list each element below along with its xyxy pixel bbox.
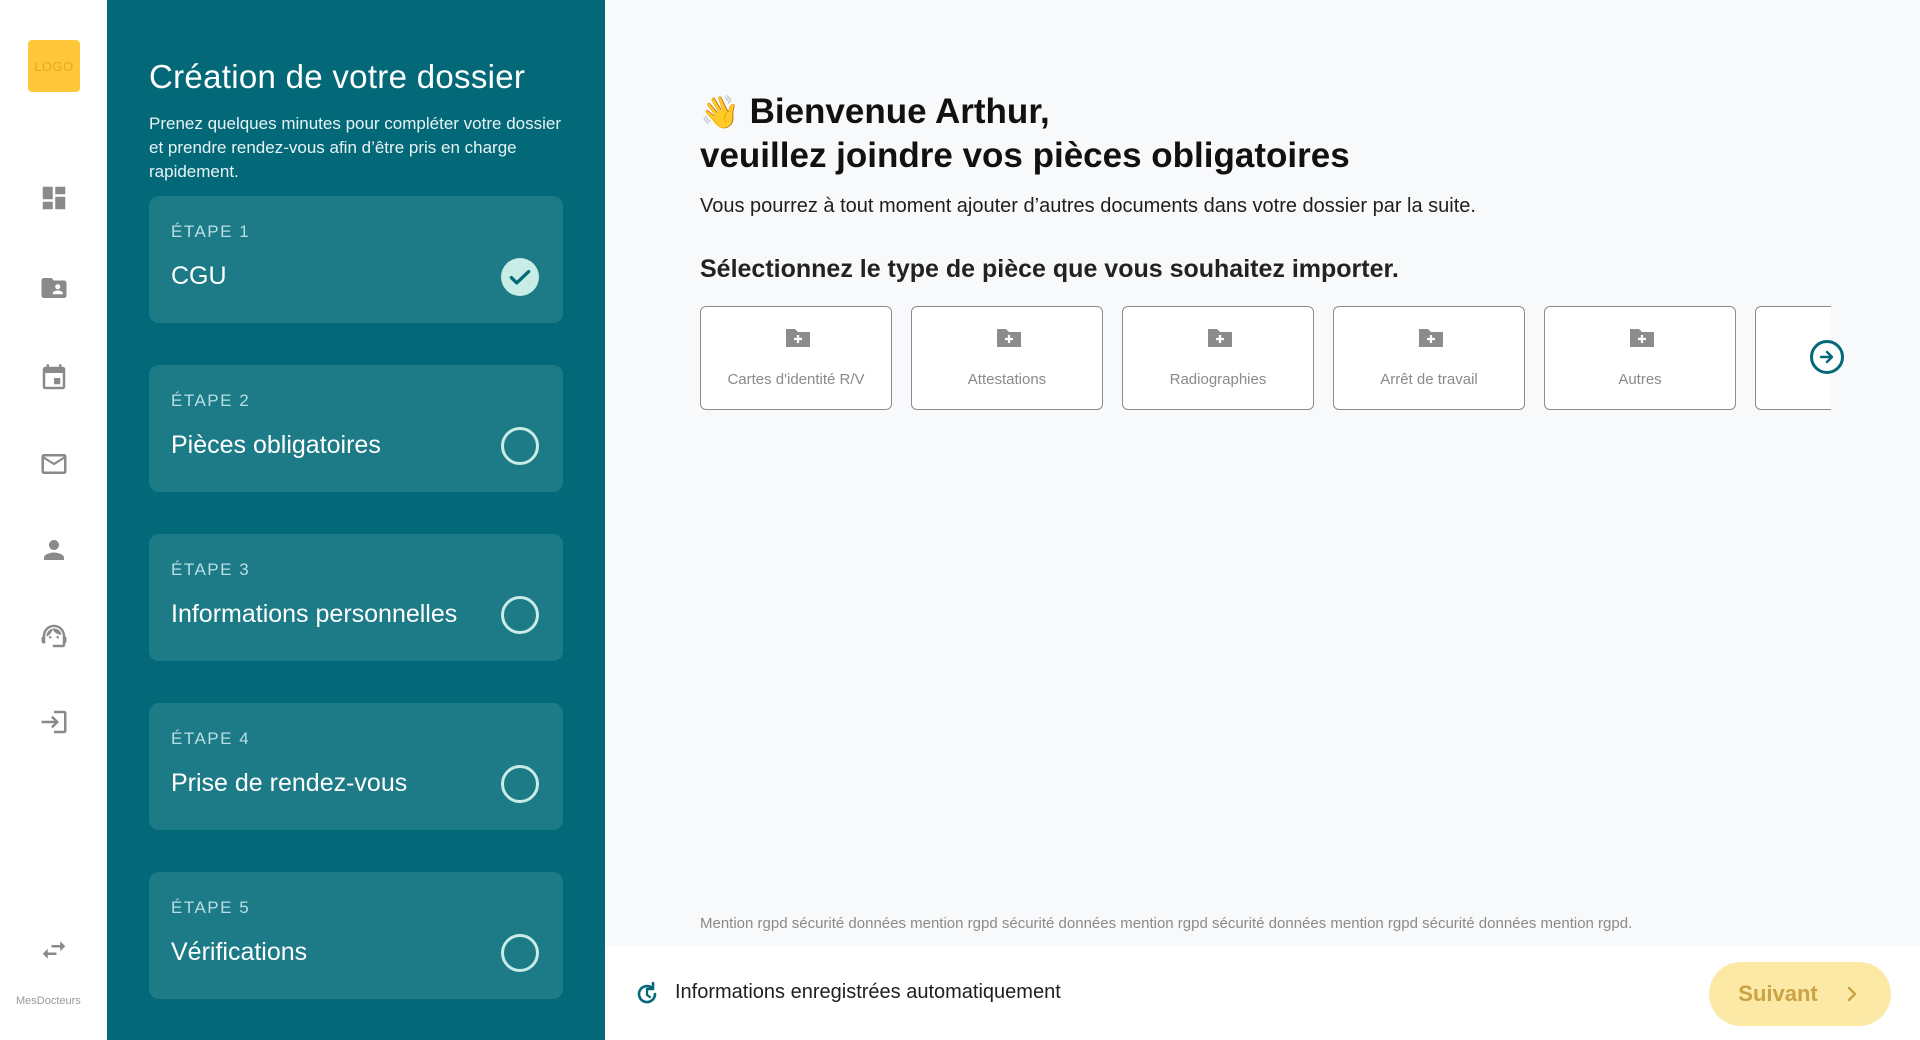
dashboard-icon[interactable] xyxy=(36,180,72,216)
logo: LOGO xyxy=(28,40,80,92)
greeting: 👋 Bienvenue Arthur, veuillez joindre vos… xyxy=(700,90,1350,178)
step-card-4[interactable]: ÉTAPE 4 Prise de rendez-vous xyxy=(149,703,563,830)
step-card-1[interactable]: ÉTAPE 1 CGU xyxy=(149,196,563,323)
folder-add-icon xyxy=(1417,327,1445,349)
greeting-line-2: veuillez joindre vos pièces obligatoires xyxy=(700,136,1350,175)
calendar-icon[interactable] xyxy=(36,360,72,396)
folder-add-icon xyxy=(1628,327,1656,349)
brand-name: MesDocteurs xyxy=(16,995,81,1007)
doc-type-label: Arrêt de travail xyxy=(1380,371,1478,388)
step-label: ÉTAPE 5 xyxy=(171,898,251,917)
autosave-refresh-icon xyxy=(633,980,661,1008)
step-label: ÉTAPE 1 xyxy=(171,222,251,241)
main-content: 👋 Bienvenue Arthur, veuillez joindre vos… xyxy=(605,0,1920,1040)
person-icon[interactable] xyxy=(36,532,72,568)
logo-text: LOGO xyxy=(34,58,74,74)
doc-type-label: Cartes d'identité R/V xyxy=(727,371,865,388)
next-button[interactable]: Suivant xyxy=(1709,962,1891,1026)
folder-add-icon xyxy=(1206,327,1234,349)
step-label: ÉTAPE 2 xyxy=(171,391,251,410)
step-label: ÉTAPE 3 xyxy=(171,560,251,579)
folder-add-icon xyxy=(995,327,1023,349)
greeting-line-1: Bienvenue Arthur, xyxy=(749,92,1050,131)
carousel-next-arrow-icon[interactable] xyxy=(1810,340,1844,374)
chevron-right-icon xyxy=(1847,986,1856,1002)
check-circle-icon xyxy=(501,258,539,296)
step-name: Pièces obligatoires xyxy=(171,431,381,459)
autosave-text: Informations enregistrées automatiquemen… xyxy=(675,981,1061,1003)
empty-circle-icon xyxy=(501,427,539,465)
empty-circle-icon xyxy=(501,765,539,803)
support-agent-icon[interactable] xyxy=(36,618,72,654)
login-icon[interactable] xyxy=(36,704,72,740)
steps-description: Prenez quelques minutes pour compléter v… xyxy=(149,114,561,181)
empty-circle-icon xyxy=(501,596,539,634)
doc-type-radiographies[interactable]: Radiographies xyxy=(1122,306,1314,410)
empty-circle-icon xyxy=(501,934,539,972)
folder-add-icon xyxy=(784,327,812,349)
steps-title: Création de votre dossier xyxy=(149,58,526,95)
folder-shared-icon[interactable] xyxy=(36,270,72,306)
doc-type-work-stoppage[interactable]: Arrêt de travail xyxy=(1333,306,1525,410)
swap-arrows-icon[interactable] xyxy=(36,932,72,968)
doc-type-attestations[interactable]: Attestations xyxy=(911,306,1103,410)
rgpd-mention: Mention rgpd sécurité données mention rg… xyxy=(700,915,1633,932)
next-button-label: Suivant xyxy=(1738,981,1818,1006)
step-card-2[interactable]: ÉTAPE 2 Pièces obligatoires xyxy=(149,365,563,492)
steps-panel: Création de votre dossier Prenez quelque… xyxy=(107,0,605,1040)
step-card-3[interactable]: ÉTAPE 3 Informations personnelles xyxy=(149,534,563,661)
step-name: Vérifications xyxy=(171,938,308,966)
step-label: ÉTAPE 4 xyxy=(171,729,251,748)
step-card-5[interactable]: ÉTAPE 5 Vérifications xyxy=(149,872,563,999)
step-name: CGU xyxy=(171,262,227,290)
icon-rail: LOGO MesDocteurs xyxy=(0,0,107,1040)
step-name: Prise de rendez-vous xyxy=(171,769,408,797)
doc-type-label: Radiographies xyxy=(1169,371,1267,388)
document-type-carousel: Cartes d'identité R/V Attestations Radio… xyxy=(700,306,1831,412)
wave-emoji: 👋 xyxy=(700,94,740,130)
step-name: Informations personnelles xyxy=(171,600,458,628)
doc-type-label: Attestations xyxy=(967,371,1047,388)
doc-type-identity-card[interactable]: Cartes d'identité R/V xyxy=(700,306,892,410)
subtitle: Vous pourrez à tout moment ajouter d’aut… xyxy=(700,195,1476,217)
select-title: Sélectionnez le type de pièce que vous s… xyxy=(700,255,1399,283)
footer-bar: Informations enregistrées automatiquemen… xyxy=(605,946,1920,1040)
mail-icon[interactable] xyxy=(36,446,72,482)
doc-type-label: Autres xyxy=(1618,371,1662,388)
doc-type-others[interactable]: Autres xyxy=(1544,306,1736,410)
